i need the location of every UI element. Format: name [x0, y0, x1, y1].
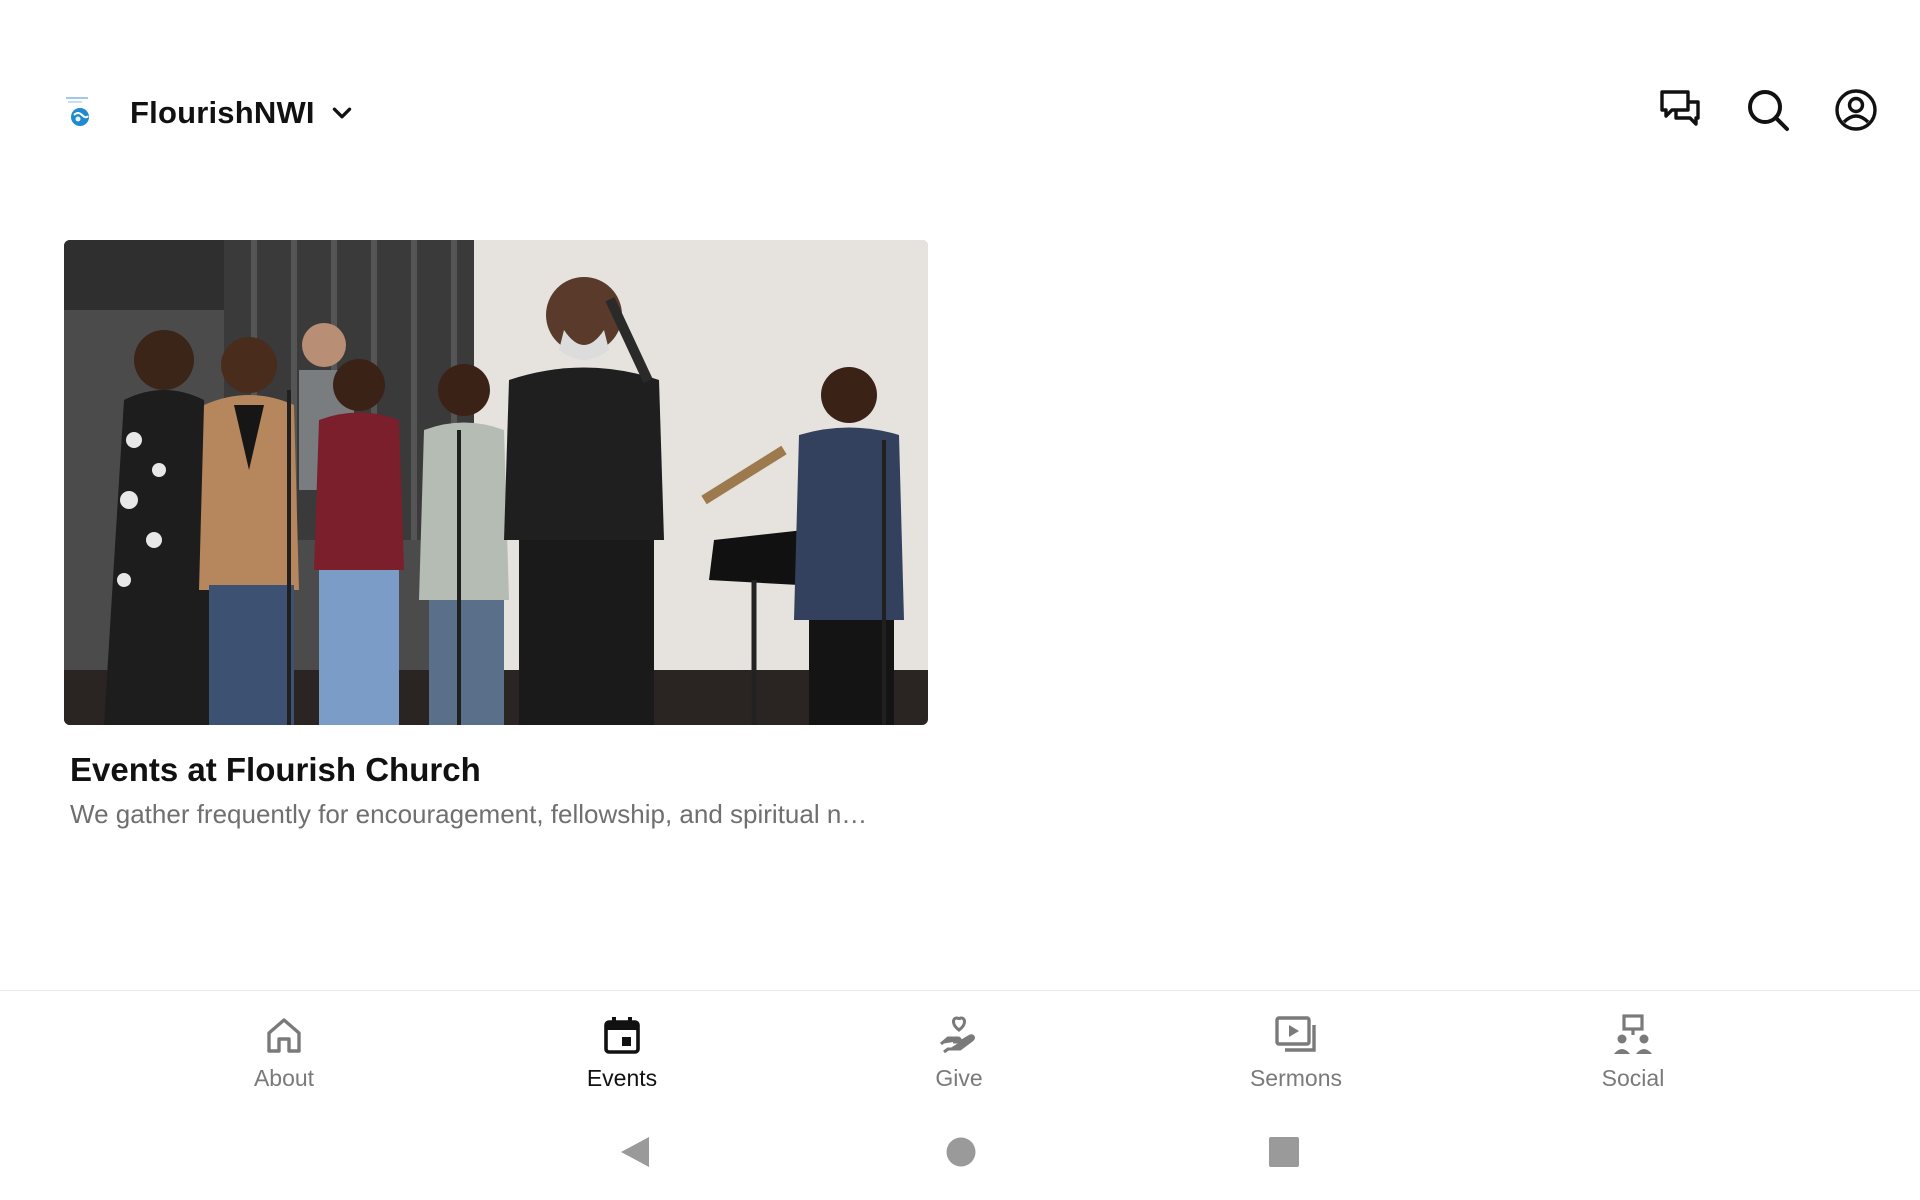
community-icon — [1609, 1011, 1657, 1059]
nav-label-give: Give — [935, 1065, 983, 1091]
event-card-title: Events at Flourish Church — [70, 751, 481, 788]
recents-square-icon[interactable] — [1268, 1135, 1300, 1174]
home-icon — [260, 1011, 308, 1059]
back-triangle-icon[interactable] — [619, 1135, 651, 1174]
nav-item-events[interactable]: Events — [522, 991, 722, 1101]
video-library-icon — [1272, 1011, 1320, 1059]
event-card[interactable]: Events at Flourish Church We gather freq… — [64, 240, 928, 830]
nav-label-events: Events — [586, 1065, 658, 1091]
nav-label-about: About — [253, 1065, 315, 1091]
org-switcher[interactable]: FlourishNWI — [58, 88, 355, 138]
giving-hand-heart-icon — [935, 1011, 983, 1059]
app-header: FlourishNWI — [0, 0, 1920, 190]
home-circle-icon[interactable] — [945, 1135, 977, 1174]
header-actions — [1658, 88, 1878, 132]
nav-item-sermons[interactable]: Sermons — [1196, 991, 1396, 1101]
search-icon[interactable] — [1746, 88, 1790, 132]
nav-item-about[interactable]: About — [184, 991, 384, 1101]
chevron-down-icon[interactable] — [329, 100, 355, 126]
event-card-image — [64, 240, 928, 725]
nav-item-give[interactable]: Give — [859, 991, 1059, 1101]
nav-label-social: Social — [1601, 1065, 1665, 1091]
chat-icon[interactable] — [1658, 88, 1702, 132]
nav-label-sermons: Sermons — [1249, 1065, 1343, 1091]
nav-item-social[interactable]: Social — [1533, 991, 1733, 1101]
account-icon[interactable] — [1834, 88, 1878, 132]
org-name: FlourishNWI — [130, 95, 315, 130]
calendar-icon — [598, 1011, 646, 1059]
event-card-description: We gather frequently for encouragement, … — [70, 799, 868, 829]
church-logo-icon — [58, 89, 106, 137]
bottom-nav: About Events Give Sermons Social — [0, 990, 1920, 1100]
